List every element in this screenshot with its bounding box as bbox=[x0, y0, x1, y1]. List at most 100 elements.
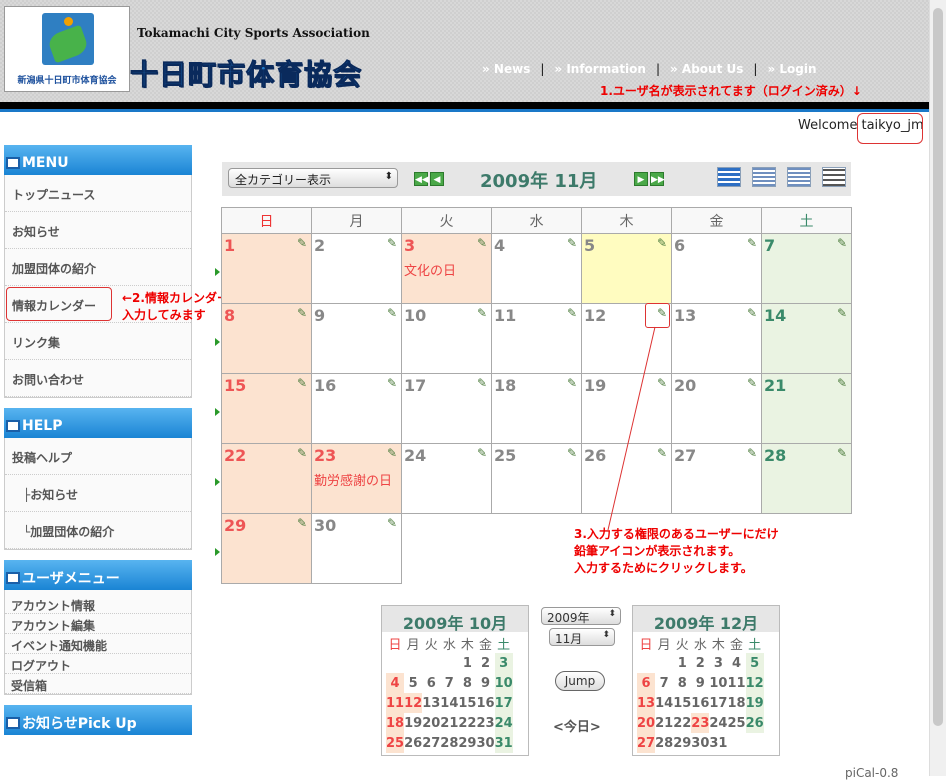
mini-day[interactable]: 3 bbox=[494, 653, 513, 673]
mini-day[interactable]: 26 bbox=[745, 713, 764, 733]
day-cell[interactable]: 22 ✎ bbox=[221, 443, 312, 514]
sidebar-item-help-notices[interactable]: ├お知らせ bbox=[5, 475, 191, 512]
pencil-icon[interactable]: ✎ bbox=[297, 446, 307, 460]
sidebar-item-inbox[interactable]: 受信箱 bbox=[5, 674, 191, 694]
mini-day[interactable]: 30 bbox=[691, 733, 709, 753]
day-cell[interactable]: 5 ✎ bbox=[581, 233, 672, 304]
mini-day[interactable]: 16 bbox=[476, 693, 494, 713]
pencil-icon[interactable]: ✎ bbox=[387, 446, 397, 460]
mini-day[interactable]: 17 bbox=[709, 693, 727, 713]
mini-day[interactable]: 1 bbox=[458, 653, 476, 673]
sidebar-item-help-members[interactable]: └加盟団体の紹介 bbox=[5, 512, 191, 549]
mini-day[interactable]: 3 bbox=[709, 653, 727, 673]
nav-news[interactable]: » News bbox=[482, 62, 530, 76]
mini-day[interactable]: 2 bbox=[476, 653, 494, 673]
pencil-icon[interactable]: ✎ bbox=[747, 236, 757, 250]
day-number[interactable]: 5 bbox=[584, 236, 595, 255]
nav-login[interactable]: » Login bbox=[767, 62, 816, 76]
day-number[interactable]: 29 bbox=[224, 516, 246, 535]
pencil-icon[interactable]: ✎ bbox=[477, 236, 487, 250]
sidebar-item-event-notify[interactable]: イベント通知機能 bbox=[5, 634, 191, 654]
sidebar-item-logout[interactable]: ログアウト bbox=[5, 654, 191, 674]
mini-day[interactable]: 19 bbox=[404, 713, 422, 733]
pencil-icon[interactable]: ✎ bbox=[837, 446, 847, 460]
prev-month-icon[interactable]: ◀ bbox=[430, 172, 444, 186]
day-number[interactable]: 28 bbox=[764, 446, 786, 465]
day-number[interactable]: 13 bbox=[674, 306, 696, 325]
mini-day[interactable]: 8 bbox=[673, 673, 691, 693]
mini-day[interactable]: 18 bbox=[386, 713, 405, 733]
day-number[interactable]: 18 bbox=[494, 376, 516, 395]
mini-day[interactable]: 29 bbox=[673, 733, 691, 753]
mini-day[interactable]: 25 bbox=[386, 733, 405, 753]
pencil-icon[interactable]: ✎ bbox=[567, 306, 577, 320]
scrollbar-thumb[interactable] bbox=[933, 8, 943, 726]
day-cell[interactable]: 23 ✎ 勤労感謝の日 bbox=[311, 443, 402, 514]
mini-day[interactable]: 30 bbox=[476, 733, 494, 753]
mini-day[interactable]: 15 bbox=[458, 693, 476, 713]
mini-day[interactable]: 22 bbox=[458, 713, 476, 733]
day-cell[interactable]: 3 ✎ 文化の日 bbox=[401, 233, 492, 304]
day-cell[interactable]: 29 ✎ bbox=[221, 513, 312, 584]
association-logo[interactable]: 新潟県十日町市体育協会 bbox=[4, 6, 130, 92]
mini-day[interactable]: 13 bbox=[422, 693, 440, 713]
next-year-icon[interactable]: ▶▶ bbox=[650, 172, 665, 186]
week-arrow-icon[interactable] bbox=[215, 268, 220, 276]
mini-day[interactable]: 12 bbox=[745, 673, 764, 693]
week-view-icon[interactable] bbox=[752, 167, 776, 187]
mini-day[interactable]: 15 bbox=[673, 693, 691, 713]
day-cell[interactable]: 6 ✎ bbox=[671, 233, 762, 304]
mini-day[interactable]: 23 bbox=[476, 713, 494, 733]
mini-next-title[interactable]: 2009年 12月 bbox=[633, 606, 779, 633]
mini-day[interactable]: 29 bbox=[458, 733, 476, 753]
jump-button[interactable]: Jump bbox=[555, 671, 605, 691]
day-cell[interactable]: 13 ✎ bbox=[671, 303, 762, 374]
day-number[interactable]: 8 bbox=[224, 306, 235, 325]
mini-day[interactable]: 20 bbox=[422, 713, 440, 733]
mini-day[interactable]: 13 bbox=[637, 693, 656, 713]
pencil-icon[interactable]: ✎ bbox=[567, 376, 577, 390]
day-number[interactable]: 6 bbox=[674, 236, 685, 255]
mini-day[interactable]: 27 bbox=[422, 733, 440, 753]
day-number[interactable]: 21 bbox=[764, 376, 786, 395]
mini-day[interactable]: 14 bbox=[655, 693, 673, 713]
mini-day[interactable]: 17 bbox=[494, 693, 513, 713]
prev-year-icon[interactable]: ◀◀ bbox=[414, 172, 429, 186]
scrollbar[interactable] bbox=[929, 0, 946, 776]
mini-day[interactable]: 23 bbox=[691, 713, 710, 733]
day-number[interactable]: 3 bbox=[404, 236, 415, 255]
day-view-icon[interactable] bbox=[787, 167, 811, 187]
sidebar-item-notices[interactable]: お知らせ bbox=[5, 212, 191, 249]
mini-day[interactable]: 26 bbox=[404, 733, 422, 753]
day-number[interactable]: 14 bbox=[764, 306, 786, 325]
day-cell[interactable]: 1 ✎ bbox=[221, 233, 312, 304]
day-cell[interactable]: 7 ✎ bbox=[761, 233, 852, 304]
day-cell[interactable]: 2 ✎ bbox=[311, 233, 402, 304]
mini-day[interactable]: 10 bbox=[709, 673, 727, 693]
pencil-icon[interactable]: ✎ bbox=[657, 236, 667, 250]
day-cell[interactable]: 30 ✎ bbox=[311, 513, 402, 584]
day-number[interactable]: 23 bbox=[314, 446, 336, 465]
sidebar-item-top-news[interactable]: トップニュース bbox=[5, 175, 191, 212]
mini-day[interactable]: 6 bbox=[637, 673, 656, 693]
day-number[interactable]: 2 bbox=[314, 236, 325, 255]
day-cell[interactable]: 9 ✎ bbox=[311, 303, 402, 374]
mini-day[interactable]: 18 bbox=[727, 693, 745, 713]
mini-day[interactable]: 16 bbox=[691, 693, 709, 713]
pencil-icon[interactable]: ✎ bbox=[837, 376, 847, 390]
mini-day[interactable]: 7 bbox=[440, 673, 458, 693]
mini-day[interactable]: 8 bbox=[458, 673, 476, 693]
mini-day[interactable]: 28 bbox=[655, 733, 673, 753]
day-cell[interactable]: 27 ✎ bbox=[671, 443, 762, 514]
mini-day[interactable]: 25 bbox=[727, 713, 745, 733]
mini-day[interactable]: 4 bbox=[386, 673, 405, 693]
mini-day[interactable]: 31 bbox=[494, 733, 513, 753]
mini-day[interactable]: 7 bbox=[655, 673, 673, 693]
mini-day[interactable]: 9 bbox=[691, 673, 709, 693]
day-cell[interactable]: 25 ✎ bbox=[491, 443, 582, 514]
mini-day[interactable]: 24 bbox=[494, 713, 513, 733]
mini-day[interactable]: 10 bbox=[494, 673, 513, 693]
day-cell[interactable]: 16 ✎ bbox=[311, 373, 402, 444]
day-number[interactable]: 7 bbox=[764, 236, 775, 255]
next-month-icon[interactable]: ▶ bbox=[634, 172, 648, 186]
